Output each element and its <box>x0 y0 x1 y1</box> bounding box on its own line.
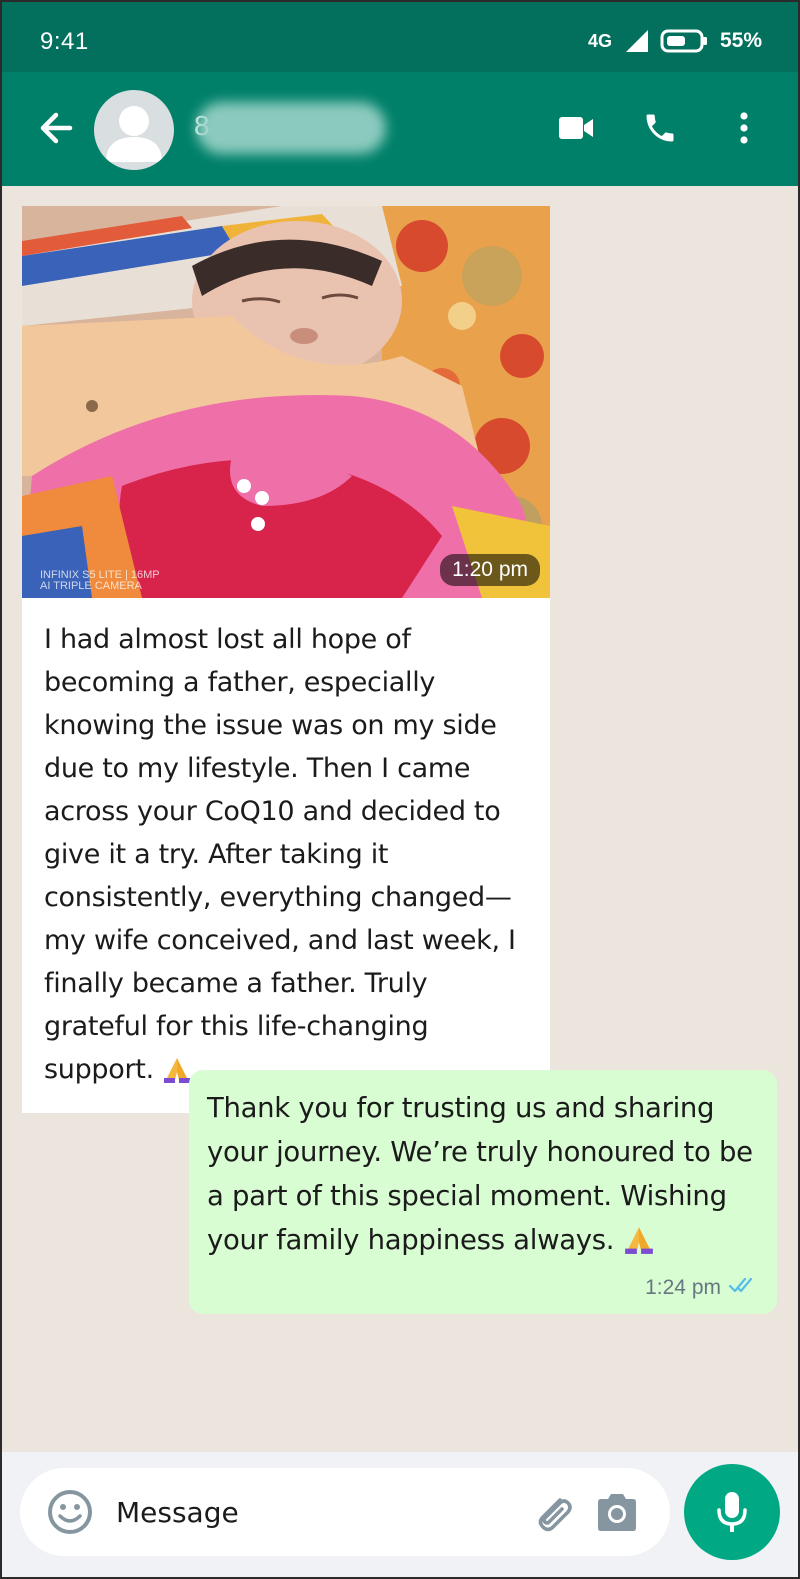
message-input[interactable] <box>116 1468 516 1556</box>
header-actions <box>554 106 766 150</box>
smiley-icon <box>48 1490 92 1534</box>
more-options-button[interactable] <box>722 106 766 150</box>
folded-hands-emoji-icon <box>162 1054 192 1097</box>
phone-icon <box>646 114 674 142</box>
chat-area[interactable]: INFINIX S5 LITE | 16MP AI TRIPLE CAMERA … <box>0 186 800 1452</box>
microphone-icon <box>717 1492 747 1532</box>
status-indicators: 4G 55% <box>588 28 762 54</box>
attach-button[interactable] <box>530 1490 574 1534</box>
avatar-icon <box>106 106 162 162</box>
double-check-read-icon <box>728 1276 757 1300</box>
composer <box>20 1468 670 1556</box>
incoming-message-text: I had almost lost all hope of becoming a… <box>44 624 516 1085</box>
avatar[interactable] <box>94 90 174 170</box>
back-button[interactable] <box>36 108 76 148</box>
incoming-message-body: I had almost lost all hope of becoming a… <box>22 598 550 1113</box>
camera-icon <box>598 1494 636 1531</box>
photo-timestamp: 1:20 pm <box>440 554 540 586</box>
contact-name-blur <box>196 102 386 154</box>
photo-watermark: INFINIX S5 LITE | 16MP AI TRIPLE CAMERA <box>40 569 160 592</box>
back-arrow-icon <box>40 112 73 144</box>
chat-header: 8 <box>0 72 800 186</box>
camera-button[interactable] <box>594 1490 640 1534</box>
video-call-button[interactable] <box>554 106 598 150</box>
composer-bar <box>0 1452 800 1579</box>
message-photo[interactable]: INFINIX S5 LITE | 16MP AI TRIPLE CAMERA … <box>22 206 550 598</box>
outgoing-message-meta: 1:24 pm <box>207 1276 757 1300</box>
emoji-button[interactable] <box>46 1488 94 1536</box>
outgoing-message-body: Thank you for trusting us and sharing yo… <box>207 1086 757 1268</box>
outgoing-timestamp: 1:24 pm <box>645 1276 721 1299</box>
status-time: 9:41 <box>40 28 89 55</box>
incoming-message[interactable]: INFINIX S5 LITE | 16MP AI TRIPLE CAMERA … <box>22 206 550 1113</box>
newborn-photo-image <box>22 206 550 598</box>
network-type: 4G <box>587 30 612 51</box>
folded-hands-emoji-icon <box>622 1223 656 1268</box>
battery-icon <box>660 28 710 54</box>
signal-icon <box>624 28 650 54</box>
video-call-icon <box>559 117 593 139</box>
status-bar: 9:41 4G 55% <box>0 0 800 72</box>
mic-button[interactable] <box>684 1464 780 1560</box>
outgoing-message[interactable]: Thank you for trusting us and sharing yo… <box>189 1070 777 1314</box>
battery-percent: 55% <box>719 29 762 52</box>
outgoing-message-text: Thank you for trusting us and sharing yo… <box>207 1092 753 1256</box>
paperclip-icon <box>538 1498 572 1532</box>
voice-call-button[interactable] <box>638 106 682 150</box>
more-vert-icon <box>740 112 748 144</box>
